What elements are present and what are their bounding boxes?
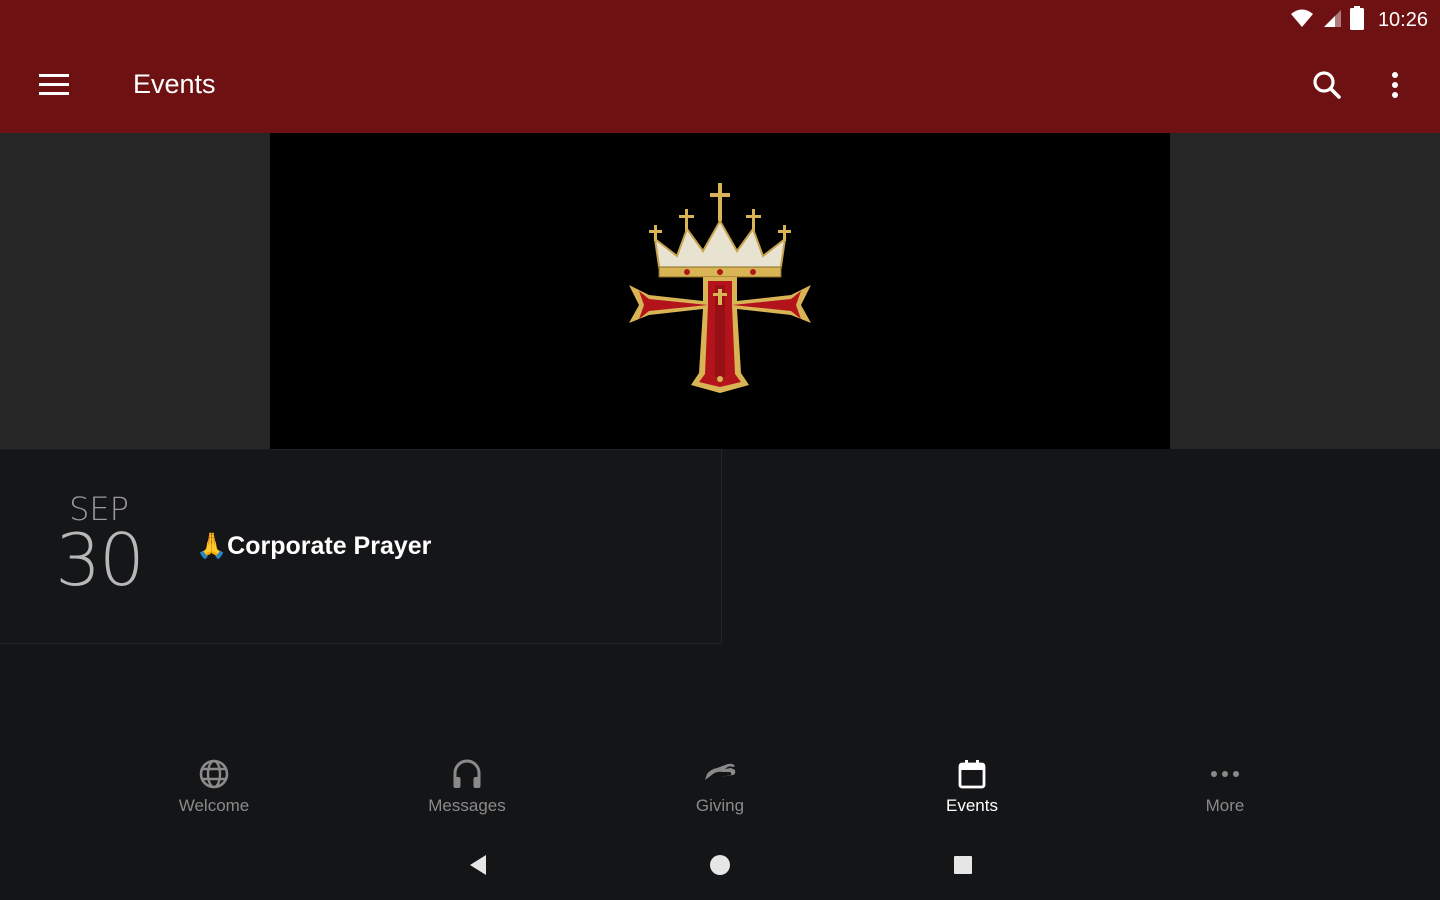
- praying-hands-icon: 🙏: [196, 532, 228, 560]
- nav-label-more: More: [1205, 796, 1245, 815]
- globe-icon: [199, 759, 229, 789]
- nav-item-giving[interactable]: Giving: [645, 754, 795, 824]
- nav-label-messages: Messages: [428, 796, 506, 815]
- home-circle-icon: [710, 855, 730, 875]
- status-time: 10:26: [1377, 8, 1428, 31]
- cross-crown-emblem: [629, 183, 811, 393]
- event-title-text: Corporate Prayer: [227, 532, 432, 560]
- system-recents-button[interactable]: [943, 846, 983, 884]
- headphones-icon: [453, 759, 481, 788]
- nav-label-giving: Giving: [695, 796, 745, 815]
- search-icon: [1313, 71, 1341, 99]
- cell-signal-icon: [1322, 8, 1342, 33]
- more-dots-icon: [1211, 771, 1239, 777]
- hero-image: [270, 133, 1170, 449]
- nav-item-messages[interactable]: Messages: [392, 754, 542, 824]
- cross-icon: [629, 277, 811, 393]
- giving-hand-icon: [705, 763, 736, 780]
- recents-square-icon: [954, 856, 972, 874]
- system-home-button[interactable]: [700, 846, 740, 884]
- overflow-menu-button[interactable]: [1372, 62, 1418, 108]
- search-button[interactable]: [1304, 62, 1350, 108]
- calendar-icon: [958, 760, 986, 789]
- nav-label-events: Events: [946, 796, 998, 815]
- event-list-item[interactable]: SEP 30 🙏Corporate Prayer: [0, 449, 722, 644]
- nav-item-more[interactable]: More: [1150, 754, 1300, 824]
- more-vert-icon: [1392, 72, 1398, 98]
- nav-item-events[interactable]: Events: [897, 754, 1047, 824]
- nav-item-welcome[interactable]: Welcome: [139, 754, 289, 824]
- hamburger-menu-icon: [39, 74, 69, 95]
- battery-icon: [1349, 5, 1364, 35]
- nav-label-welcome: Welcome: [178, 796, 250, 815]
- system-back-button[interactable]: [458, 846, 498, 884]
- event-title: 🙏Corporate Prayer: [196, 532, 431, 561]
- back-triangle-icon: [470, 855, 486, 875]
- wifi-icon: [1290, 8, 1314, 33]
- bottom-navigation: Welcome Messages Giving Events More: [0, 740, 1440, 830]
- menu-button[interactable]: [30, 62, 78, 108]
- page-title: Events: [133, 69, 216, 99]
- crown-icon: [649, 183, 791, 278]
- status-bar: 10:26: [1290, 5, 1428, 35]
- app-bar: 10:26 Events: [0, 0, 1440, 133]
- event-day: 30: [55, 518, 145, 602]
